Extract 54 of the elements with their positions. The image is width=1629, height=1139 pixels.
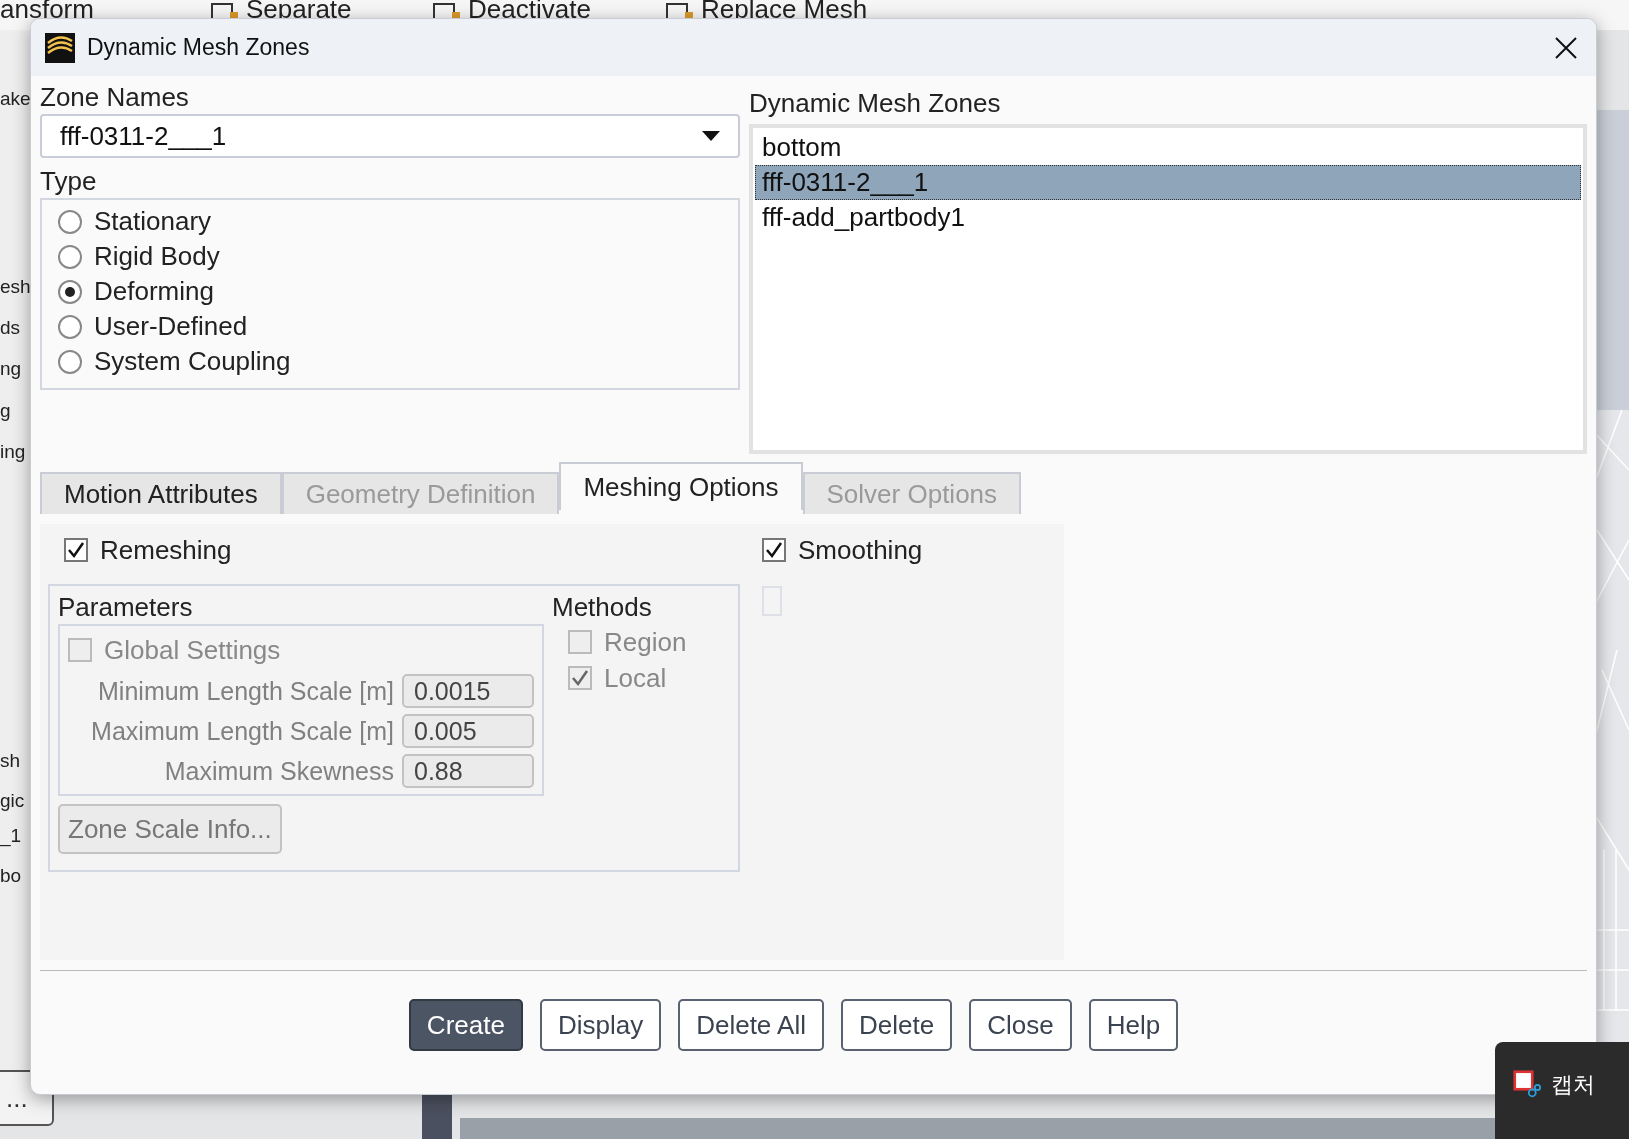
panel-text: bo (0, 865, 22, 887)
panel-text: esh (0, 276, 31, 298)
checkbox-label: Local (604, 662, 667, 694)
field-label: Maximum Length Scale [m] (91, 716, 394, 746)
radio-label: System Coupling (94, 346, 291, 377)
radio-button[interactable] (58, 314, 82, 339)
zone-dropdown[interactable]: fff-0311-2___1 (40, 114, 740, 158)
popup-label: 캡처 (1551, 1071, 1595, 1099)
radio-button[interactable] (58, 244, 82, 269)
panel-text: ake (0, 88, 31, 110)
panel-text: ng (0, 358, 22, 380)
radio-button[interactable] (58, 279, 82, 304)
dialog-button[interactable]: Display (539, 999, 662, 1051)
snip-icon (1513, 1070, 1541, 1098)
panel-text: g (0, 400, 11, 422)
panel-text: gic (0, 790, 25, 812)
radio-button[interactable] (58, 349, 82, 374)
dialog-button[interactable]: Help (1088, 999, 1179, 1051)
group-label: Methods (552, 591, 653, 624)
panel-text: ing (0, 441, 26, 463)
tab[interactable]: Motion Attributes (40, 472, 282, 514)
radio-label: Deforming (94, 276, 214, 307)
checkbox[interactable] (762, 538, 786, 562)
checkbox-label: Smoothing (798, 534, 923, 566)
checkbox-label: Remeshing (100, 534, 232, 566)
radio-label: Rigid Body (94, 241, 220, 272)
field-label: Maximum Skewness (164, 756, 394, 786)
dialog-button[interactable]: Delete All (678, 999, 824, 1051)
group-label: Parameters (58, 591, 194, 624)
dialog-button[interactable]: Close (969, 999, 1072, 1051)
checkbox-label: Global Settings (104, 634, 281, 666)
group-label: Type (40, 165, 98, 198)
list-item[interactable]: fff-add_partbody1 (755, 200, 1581, 235)
field-label: Minimum Length Scale [m] (98, 676, 394, 706)
caret-icon (702, 131, 720, 141)
list-item[interactable]: bottom (755, 130, 1581, 165)
app-logo-icon (45, 32, 75, 63)
radio-label: User-Defined (94, 311, 248, 342)
panel-text: sh (0, 750, 21, 772)
close-icon (1554, 35, 1578, 60)
dialog-button[interactable]: Delete (841, 999, 953, 1051)
dialog-button[interactable]: Create (408, 999, 523, 1051)
radio-button[interactable] (58, 209, 82, 234)
checkbox[interactable] (64, 538, 88, 562)
window-title: Dynamic Mesh Zones (87, 34, 311, 61)
checkbox-label: Region (604, 626, 687, 658)
panel-text: ds (0, 317, 21, 339)
taskbar-popup[interactable]: 캡처 (1495, 1042, 1629, 1139)
list-label: Dynamic Mesh Zones (749, 87, 1002, 120)
list-item[interactable]: fff-0311-2___1 (755, 165, 1581, 200)
panel-text: _1 (0, 825, 22, 847)
field-label: Zone Names (40, 81, 190, 114)
tab[interactable]: Meshing Options (559, 462, 803, 510)
radio-label: Stationary (94, 206, 212, 237)
